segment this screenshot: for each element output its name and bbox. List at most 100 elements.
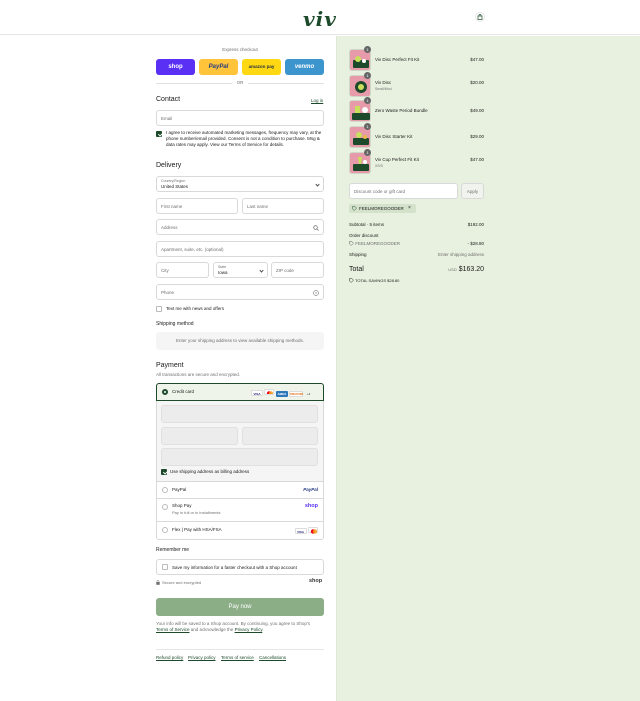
billing-same-label: Use shipping address as billing address [170, 469, 250, 474]
flex-radio[interactable] [162, 527, 168, 533]
discount-code-field[interactable]: Discount code or gift card [349, 183, 458, 199]
pay-now-button[interactable]: Pay now [156, 598, 324, 616]
amazon-pay-express-button[interactable]: amazon pay [242, 59, 281, 75]
card-number-field[interactable] [161, 405, 318, 423]
credit-card-label: Credit card [172, 389, 195, 394]
quantity-badge: 1 [364, 72, 371, 79]
search-icon [313, 225, 319, 231]
paypal-radio[interactable] [162, 487, 168, 493]
mastercard-icon [308, 527, 318, 534]
shop-pay-sublabel: Pay in full or in installments [172, 510, 221, 515]
apply-button[interactable]: Apply [461, 183, 484, 199]
payment-heading: Payment [156, 362, 184, 369]
cancellations-link[interactable]: Cancellations [259, 655, 286, 660]
tag-icon [349, 278, 354, 284]
save-info-label: Save my information for a faster checkou… [172, 565, 297, 570]
item-price: $20.00 [470, 80, 484, 85]
discount-tag-code: FEELMOREGOODER [359, 206, 404, 211]
email-field[interactable]: Email [156, 110, 324, 126]
total-row: Total USD $163.20 [349, 266, 484, 273]
shop-logo: shop [309, 578, 323, 584]
subtotal-row: Subtotal · 5 items $192.00 [349, 222, 484, 227]
help-icon[interactable]: ? [313, 290, 319, 296]
refund-policy-link[interactable]: Refund policy [156, 655, 183, 660]
discount-tag: FEELMOREGOODER × [349, 204, 416, 213]
shop-pay-express-button[interactable]: shop [156, 59, 195, 75]
shipping-row: Shipping Enter shipping address [349, 252, 484, 257]
contact-heading: Contact [156, 96, 181, 103]
paypal-label: PayPal [172, 487, 187, 492]
footer-divider [156, 649, 324, 650]
paypal-logo: PayPal [303, 487, 318, 492]
quantity-badge: 1 [364, 123, 371, 130]
venmo-express-button[interactable]: venmo [285, 59, 324, 75]
privacy-policy-link[interactable]: Privacy policy [188, 655, 216, 660]
item-name: Viv Disc Perfect Fit Kit [375, 57, 420, 62]
amex-icon: AMEX [275, 391, 288, 397]
credit-card-option[interactable]: Credit card VISA AMEX DISCOVER +4 [156, 383, 324, 401]
item-price: $29.00 [470, 134, 484, 139]
last-name-field[interactable]: Last name [242, 198, 324, 214]
address-field[interactable]: Address [156, 219, 324, 235]
delivery-heading: Delivery [156, 162, 182, 169]
credit-card-radio[interactable] [162, 389, 168, 395]
tag-icon [349, 241, 354, 247]
paypal-option[interactable]: PayPal PayPal [156, 481, 324, 499]
more-cards-label: +4 [306, 392, 311, 396]
security-code-field[interactable] [242, 427, 318, 445]
shop-pay-label: Shop Pay [172, 503, 192, 508]
flex-hsa-option[interactable]: Flex | Pay with HSA/FSA VISA [156, 522, 324, 540]
mastercard-icon [264, 389, 275, 395]
item-price: $47.00 [470, 157, 484, 162]
apartment-field[interactable]: Apartment, suite, etc. (optional) [156, 241, 324, 257]
login-link[interactable]: Log in [311, 98, 323, 103]
or-divider-label: OR [236, 80, 244, 85]
remember-me-heading: Remember me [156, 547, 190, 553]
expiration-date-field[interactable] [161, 427, 238, 445]
tag-icon [352, 206, 357, 211]
total-savings-row: TOTAL SAVINGS $28.80 [349, 278, 484, 284]
item-name: Zero Waste Period Bundle [375, 108, 428, 113]
phone-field[interactable]: Phone ? [156, 284, 324, 300]
item-price: $47.00 [470, 57, 484, 62]
remove-discount-icon[interactable]: × [408, 205, 411, 211]
chevron-down-icon [259, 268, 264, 273]
shop-pay-radio[interactable] [162, 504, 168, 510]
divider [156, 83, 232, 84]
zip-code-field[interactable]: ZIP code [271, 262, 324, 278]
item-price: $49.00 [470, 108, 484, 113]
secure-text: Secure and encrypted [162, 580, 202, 585]
divider [248, 83, 324, 84]
text-me-label: Text me with news and offers [166, 306, 224, 311]
marketing-consent-checkbox[interactable] [156, 131, 162, 137]
paypal-express-button[interactable]: PayPal [199, 59, 238, 75]
save-info-checkbox[interactable] [162, 564, 168, 570]
billing-same-checkbox[interactable] [161, 469, 167, 475]
state-select[interactable]: State Iowa [213, 262, 268, 278]
shop-privacy-link[interactable]: Privacy Policy [235, 627, 263, 632]
visa-icon: VISA [294, 528, 307, 534]
shop-logo: shop [304, 503, 318, 509]
shop-terms-link[interactable]: Terms of Service [156, 627, 190, 632]
consent-text: I agree to receive automated marketing m… [166, 130, 322, 147]
chevron-down-icon [315, 182, 320, 187]
quantity-badge: 1 [364, 149, 371, 156]
shop-pay-option[interactable]: Shop Pay Pay in full or in installments … [156, 499, 324, 522]
visa-icon: VISA [251, 390, 263, 396]
save-info-option[interactable]: Save my information for a faster checkou… [156, 559, 324, 575]
city-field[interactable]: City [156, 262, 209, 278]
item-variant: XS/S [375, 164, 383, 168]
shopping-bag-icon[interactable] [475, 12, 485, 22]
text-me-checkbox[interactable] [156, 306, 162, 312]
discover-icon: DISCOVER [289, 391, 304, 397]
quantity-badge: 1 [364, 97, 371, 104]
brand-logo[interactable]: viv [303, 7, 337, 31]
order-discount-row: FEELMOREGOODER - $28.80 [349, 241, 484, 247]
name-on-card-field[interactable] [161, 448, 318, 466]
item-name: Viv Disc Starter Kit [375, 134, 413, 139]
first-name-field[interactable]: First name [156, 198, 238, 214]
terms-of-service-link[interactable]: Terms of service [221, 655, 254, 660]
item-variant: Small/Mod [375, 87, 392, 91]
country-select[interactable]: Country/Region United States [156, 176, 324, 192]
order-discount-label: Order discount [349, 233, 379, 238]
